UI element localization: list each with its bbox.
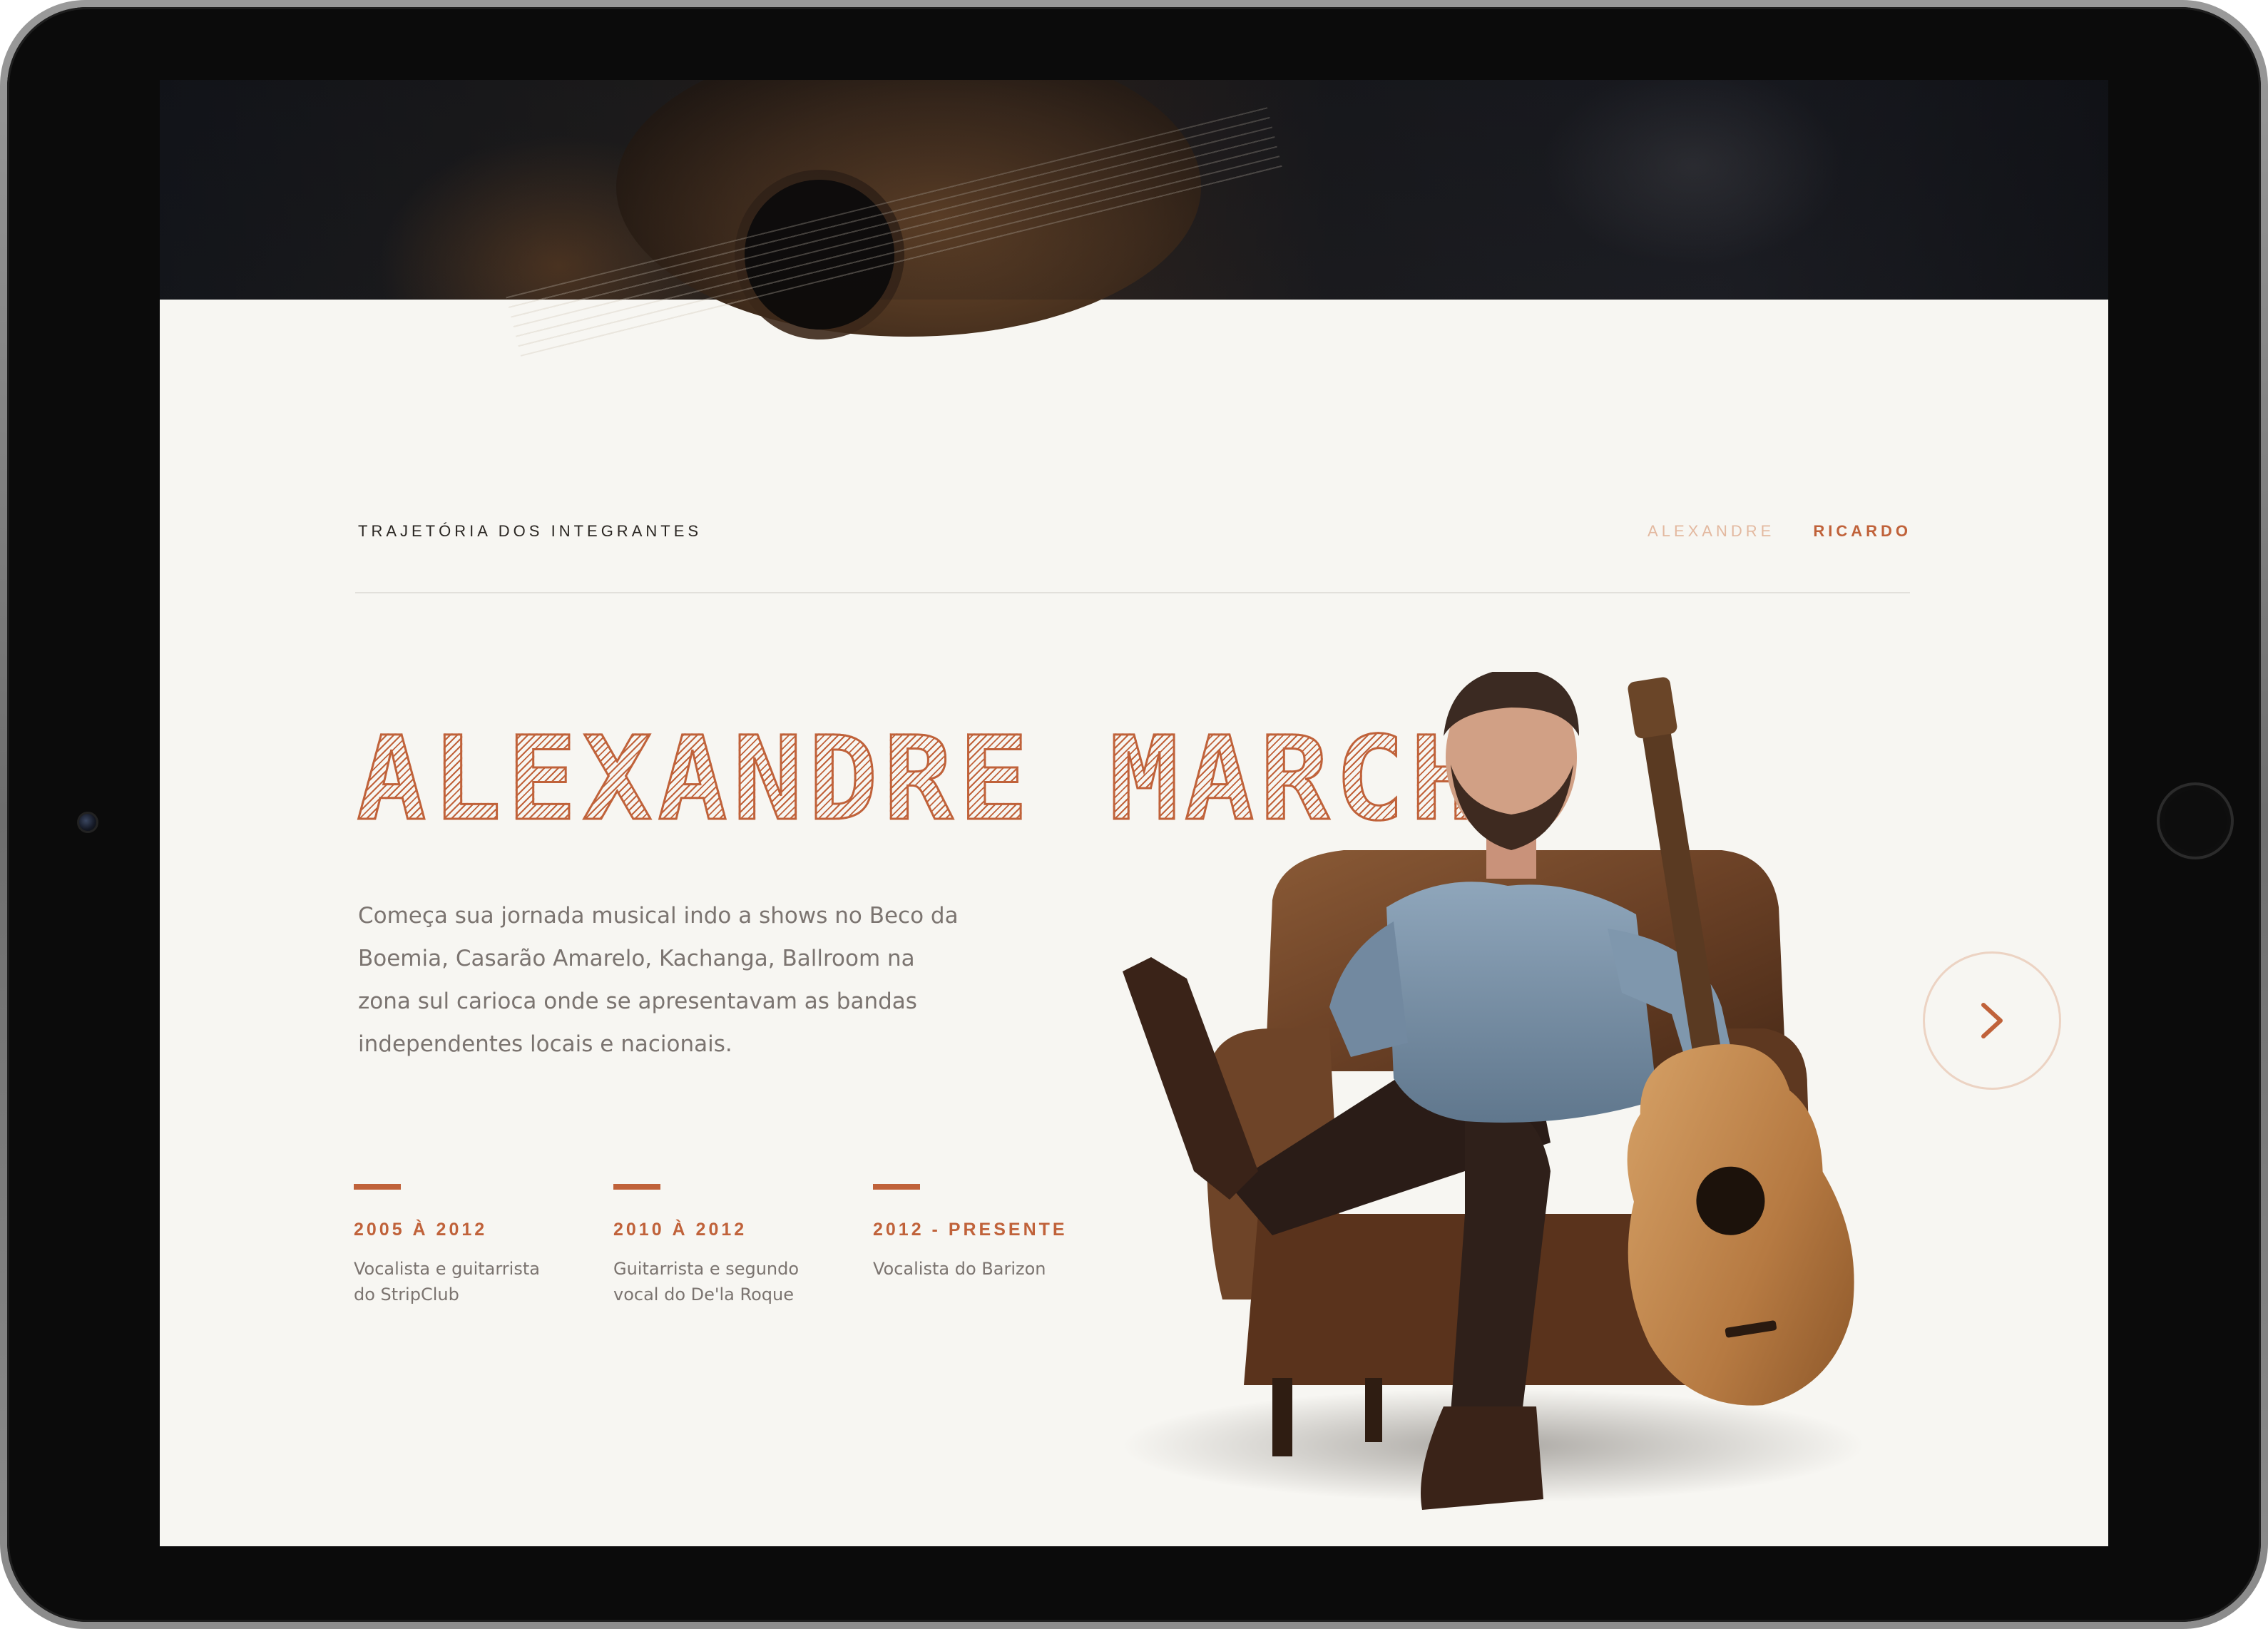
timeline-item: 2010 À 2012 Guitarrista e segundo vocal … — [613, 1184, 873, 1307]
timeline-description: Vocalista do Barizon — [873, 1259, 1046, 1279]
timeline-accent-bar — [354, 1184, 401, 1190]
hero-overlay — [160, 80, 2108, 300]
member-bio: Começa sua jornada musical indo a shows … — [358, 903, 959, 1057]
member-nav: ALEXANDRE RICARDO — [1648, 522, 1911, 541]
timeline-accent-bar — [873, 1184, 920, 1190]
member-photo — [1108, 668, 1907, 1528]
hero-image — [160, 80, 2108, 359]
tablet-frame: TRAJETÓRIA DOS INTEGRANTES ALEXANDRE RIC… — [0, 0, 2268, 1629]
chevron-right-icon — [1981, 1003, 2003, 1038]
timeline-period: 2012 - PRESENTE — [873, 1220, 1068, 1240]
timeline-item: 2005 À 2012 Vocalista e guitarrista do S… — [354, 1184, 613, 1307]
timeline-description: Vocalista e guitarrista do StripClub — [354, 1259, 540, 1304]
home-button[interactable] — [2157, 782, 2234, 859]
timeline-period: 2005 À 2012 — [354, 1220, 488, 1240]
nav-item-ricardo[interactable]: RICARDO — [1813, 522, 1911, 541]
timeline-accent-bar — [613, 1184, 660, 1190]
screen: TRAJETÓRIA DOS INTEGRANTES ALEXANDRE RIC… — [160, 80, 2108, 1546]
timeline: 2005 À 2012 Vocalista e guitarrista do S… — [354, 1184, 1133, 1307]
section-title: TRAJETÓRIA DOS INTEGRANTES — [358, 522, 703, 540]
camera-icon — [77, 812, 98, 833]
timeline-period: 2010 À 2012 — [613, 1220, 747, 1240]
next-button[interactable] — [1923, 951, 2061, 1090]
timeline-item: 2012 - PRESENTE Vocalista do Barizon — [873, 1184, 1133, 1307]
nav-item-alexandre[interactable]: ALEXANDRE — [1648, 522, 1774, 541]
header-divider — [355, 592, 1910, 593]
timeline-description: Guitarrista e segundo vocal do De'la Roq… — [613, 1259, 800, 1304]
